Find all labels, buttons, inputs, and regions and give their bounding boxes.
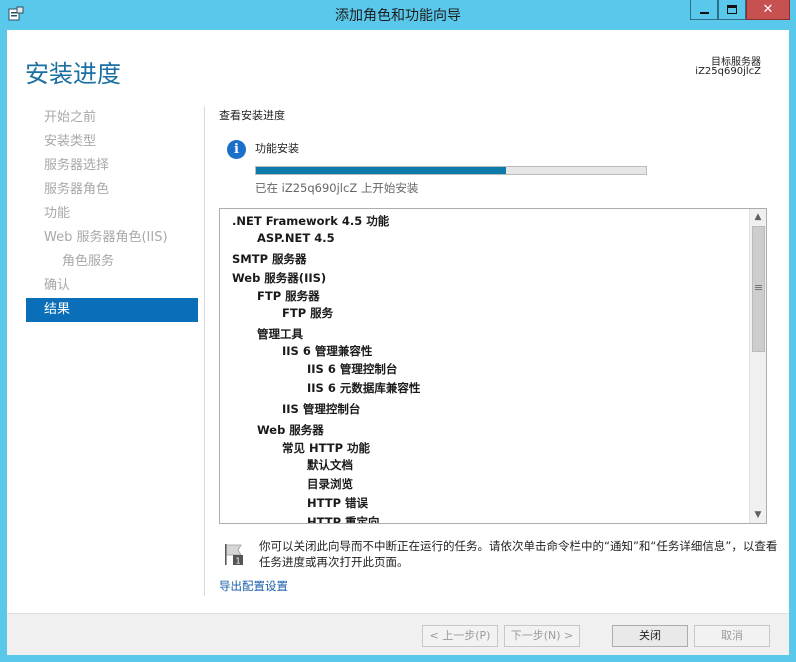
page-title: 安装进度 <box>25 60 121 88</box>
window-close-button[interactable]: ✕ <box>746 0 790 20</box>
feature-tree-item: IIS 6 元数据库兼容性 <box>307 381 421 395</box>
nav-item-installation-type: 安装类型 <box>44 134 97 149</box>
feature-tree-item: 常见 HTTP 功能 <box>282 441 371 455</box>
feature-installation-label: 功能安装 <box>255 142 299 155</box>
window-title: 添加角色和功能向导 <box>335 8 461 24</box>
feature-tree-item: 管理工具 <box>257 327 303 341</box>
feature-tree-item: 目录浏览 <box>307 477 353 491</box>
svg-text:1: 1 <box>235 557 240 566</box>
cancel-button[interactable]: 取消 <box>694 625 770 647</box>
installation-status-text: 已在 iZ25q690jlcZ 上开始安装 <box>255 181 419 195</box>
feature-tree-item: FTP 服务 <box>282 306 334 320</box>
feature-tree: .NET Framework 4.5 功能 ASP.NET 4.5 SMTP 服务器… <box>220 209 749 523</box>
vertical-scrollbar[interactable]: ▲ ▼ <box>749 209 766 523</box>
progress-fill <box>256 167 506 174</box>
nav-item-role-services: 角色服务 <box>62 254 115 269</box>
info-icon: i <box>227 140 246 159</box>
close-button[interactable]: 关闭 <box>612 625 688 647</box>
scroll-down-icon[interactable]: ▼ <box>750 507 766 523</box>
feature-tree-item: Web 服务器(IIS) <box>232 271 327 285</box>
scroll-up-icon[interactable]: ▲ <box>750 209 766 225</box>
export-configuration-link[interactable]: 导出配置设置 <box>219 578 288 594</box>
minimize-icon <box>699 12 709 14</box>
feature-tree-item: HTTP 重定向 <box>307 515 380 523</box>
feature-tree-item: ASP.NET 4.5 <box>257 231 335 245</box>
feature-tree-item: IIS 管理控制台 <box>282 402 361 416</box>
feature-list-box[interactable]: .NET Framework 4.5 功能 ASP.NET 4.5 SMTP 服务器… <box>219 208 767 524</box>
nav-item-web-server-role: Web 服务器角色(IIS) <box>44 230 168 245</box>
grip-icon <box>755 285 762 286</box>
feature-tree-item: Web 服务器 <box>257 423 324 437</box>
title-bar: 添加角色和功能向导 ✕ <box>0 0 796 30</box>
maximize-button[interactable] <box>718 0 746 20</box>
installation-progress-bar <box>255 166 647 175</box>
wizard-steps-nav: 开始之前 安装类型 服务器选择 服务器角色 功能 Web 服务器角色(IIS) … <box>26 106 198 322</box>
nav-item-results[interactable]: 结果 <box>26 298 198 322</box>
minimize-button[interactable] <box>690 0 718 20</box>
feature-tree-item: IIS 6 管理控制台 <box>307 362 398 376</box>
feature-tree-item: FTP 服务器 <box>257 289 320 303</box>
feature-tree-item: 默认文档 <box>307 458 353 472</box>
section-heading: 查看安装进度 <box>219 109 285 122</box>
nav-item-before-you-begin: 开始之前 <box>44 110 97 125</box>
maximize-icon <box>727 5 737 14</box>
feature-tree-item: SMTP 服务器 <box>232 252 307 266</box>
scroll-thumb[interactable] <box>752 226 765 352</box>
nav-item-server-selection: 服务器选择 <box>44 158 110 173</box>
notification-flag-icon: 1 <box>225 544 243 566</box>
nav-item-server-roles: 服务器角色 <box>44 182 110 197</box>
feature-tree-item: .NET Framework 4.5 功能 <box>232 214 390 228</box>
nav-divider <box>204 106 205 596</box>
next-button[interactable]: 下一步(N) > <box>504 625 580 647</box>
feature-tree-item: HTTP 错误 <box>307 496 369 510</box>
feature-tree-item: IIS 6 管理兼容性 <box>282 344 373 358</box>
wizard-client-area: 安装进度 目标服务器 iZ25q690jlcZ 开始之前 安装类型 服务器选择 … <box>7 30 789 655</box>
close-wizard-notice: 你可以关闭此向导而不中断正在运行的任务。请依次单击命令栏中的“通知”和“任务详细… <box>259 539 778 569</box>
nav-item-confirmation: 确认 <box>44 278 71 293</box>
previous-button[interactable]: < 上一步(P) <box>422 625 498 647</box>
target-server-name: iZ25q690jlcZ <box>695 66 761 77</box>
close-icon: ✕ <box>762 2 774 17</box>
nav-item-features: 功能 <box>44 206 71 221</box>
